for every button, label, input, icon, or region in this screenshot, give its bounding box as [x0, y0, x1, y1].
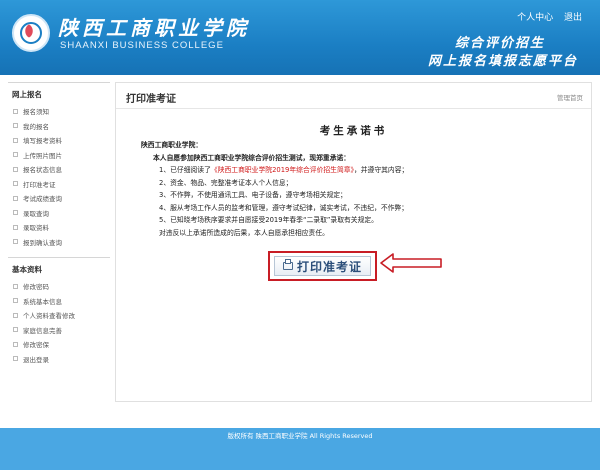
list-icon — [13, 356, 18, 362]
pledge-item: 3、不作弊，不使用通讯工具、电子设备，遵守考场相关规定； — [159, 191, 347, 199]
sidebar-item-label: 家庭信息完善 — [23, 326, 62, 335]
sidebar-item-label: 上传照片图片 — [23, 151, 62, 160]
sidebar-item-security-question[interactable]: 修改密保 — [8, 337, 110, 352]
sidebar-item-logout[interactable]: 退出登录 — [8, 352, 110, 367]
printer-icon — [282, 259, 293, 270]
page-title: 打印准考证 — [126, 94, 176, 105]
list-icon — [13, 137, 18, 143]
sidebar-section-online: 网上报名 报名须知 我的报名 填写报考资料 上传照片图片 报名状态信息 打印准考… — [8, 82, 110, 249]
pledge-addressee: 陕西工商职业学院： — [141, 141, 203, 149]
list-icon — [13, 108, 18, 114]
list-icon — [13, 312, 18, 318]
pointer-arrow-icon — [380, 253, 442, 273]
list-icon — [13, 298, 18, 304]
list-icon — [13, 123, 18, 129]
sidebar-section-title: 网上报名 — [12, 90, 42, 99]
sidebar-item-fill-info[interactable]: 填写报考资料 — [8, 133, 110, 148]
sidebar-item-profile[interactable]: 个人资料查看修改 — [8, 308, 110, 323]
college-logo — [12, 14, 50, 52]
sidebar-item-label: 报名状态信息 — [23, 166, 62, 175]
list-icon — [13, 181, 18, 187]
logout-link[interactable]: 退出 — [564, 13, 582, 23]
sidebar-item-label: 考试成绩查询 — [23, 195, 62, 204]
site-footer: 版权所有 陕西工商职业学院 All Rights Reserved — [0, 428, 600, 470]
print-button-label: 打印准考证 — [296, 259, 362, 274]
sidebar-item-notice[interactable]: 报名须知 — [8, 104, 110, 119]
pledge-intro: 本人自愿参加陕西工商职业学院综合评价招生测试，现郑重承诺： — [153, 153, 351, 162]
sidebar-item-label: 个人资料查看修改 — [23, 312, 75, 321]
top-links: 个人中心 退出 — [509, 10, 582, 23]
print-highlight-box: 打印准考证 — [268, 251, 377, 281]
sidebar-section-basic: 基本资料 修改密码 系统基本信息 个人资料查看修改 家庭信息完善 修改密保 退出… — [8, 257, 110, 366]
list-icon — [13, 195, 18, 201]
sidebar-section-title: 基本资料 — [12, 265, 42, 274]
list-icon — [13, 210, 18, 216]
sidebar-item-label: 录取资料 — [23, 224, 49, 233]
pledge-item: 4、服从考场工作人员的监考和管理，遵守考试纪律，诚实考试，不违纪，不作弊； — [159, 203, 409, 212]
pledge-highlight: 《陕西工商职业学院2019年综合评价招生简章》 — [210, 166, 354, 174]
sidebar-item-label: 打印准考证 — [23, 180, 56, 189]
sidebar-item-system-info[interactable]: 系统基本信息 — [8, 294, 110, 309]
sidebar-item-label: 报到确认查询 — [23, 238, 62, 247]
user-center-link[interactable]: 个人中心 — [517, 13, 553, 23]
sidebar-item-label: 修改密码 — [23, 283, 49, 292]
main-header: 打印准考证 管理首页 — [116, 83, 591, 109]
list-icon — [13, 152, 18, 158]
sidebar-item-label: 录取查询 — [23, 209, 49, 218]
sidebar-item-report-confirm[interactable]: 报到确认查询 — [8, 235, 110, 250]
list-icon — [13, 166, 18, 172]
list-icon — [13, 341, 18, 347]
sidebar-item-scores[interactable]: 考试成绩查询 — [8, 191, 110, 206]
sidebar-item-my-registration[interactable]: 我的报名 — [8, 119, 110, 134]
sidebar-item-admission-docs[interactable]: 录取资料 — [8, 220, 110, 235]
footer-copyright: 版权所有 陕西工商职业学院 All Rights Reserved — [227, 432, 373, 440]
sidebar-item-status[interactable]: 报名状态信息 — [8, 162, 110, 177]
sidebar: 网上报名 报名须知 我的报名 填写报考资料 上传照片图片 报名状态信息 打印准考… — [8, 82, 110, 402]
admin-home-link[interactable]: 管理首页 — [557, 92, 583, 102]
pledge-item: 1、已仔细阅读了《陕西工商职业学院2019年综合评价招生简章》，并遵守其内容； — [159, 166, 409, 174]
pledge-title: 考生承诺书 — [319, 125, 388, 137]
main-panel: 打印准考证 管理首页 考生承诺书 陕西工商职业学院： 本人自愿参加陕西工商职业学… — [115, 82, 592, 402]
pledge-item: 5、已知晓考场秩序要求并自愿接受2019年春季“二录取”录取有关规定。 — [159, 216, 378, 224]
site-header: 陕西工商职业学院 SHAANXI BUSINESS COLLEGE 个人中心 退… — [0, 0, 600, 75]
pledge-item: 2、资金、物品、完整准考证本人个人信息； — [159, 178, 293, 187]
list-icon — [13, 224, 18, 230]
sidebar-item-upload-photo[interactable]: 上传照片图片 — [8, 148, 110, 163]
pledge-closing: 对违反以上承诺所造成的后果，本人自愿承担相应责任。 — [159, 228, 329, 237]
slogan-line1: 综合评价招生 — [454, 36, 545, 51]
list-icon — [13, 239, 18, 245]
slogan-line2: 网上报名填报志愿平台 — [427, 54, 578, 69]
sidebar-item-label: 系统基本信息 — [23, 297, 62, 306]
sidebar-item-change-password[interactable]: 修改密码 — [8, 279, 110, 294]
sidebar-item-label: 填写报考资料 — [23, 137, 62, 146]
sidebar-item-label: 我的报名 — [23, 122, 49, 131]
college-name-cn: 陕西工商职业学院 — [58, 16, 250, 40]
pledge-text: 陕西工商职业学院： 本人自愿参加陕西工商职业学院综合评价招生测试，现郑重承诺： … — [141, 139, 581, 239]
sidebar-item-label: 退出登录 — [23, 355, 49, 364]
sidebar-item-admission[interactable]: 录取查询 — [8, 206, 110, 221]
sidebar-item-family-info[interactable]: 家庭信息完善 — [8, 323, 110, 338]
college-name-en: SHAANXI BUSINESS COLLEGE — [60, 40, 224, 51]
list-icon — [13, 283, 18, 289]
sidebar-item-print-ticket[interactable]: 打印准考证 — [8, 177, 110, 192]
sidebar-item-label: 修改密保 — [23, 341, 49, 350]
print-ticket-button[interactable]: 打印准考证 — [274, 256, 371, 276]
list-icon — [13, 327, 18, 333]
sidebar-item-label: 报名须知 — [23, 108, 49, 117]
